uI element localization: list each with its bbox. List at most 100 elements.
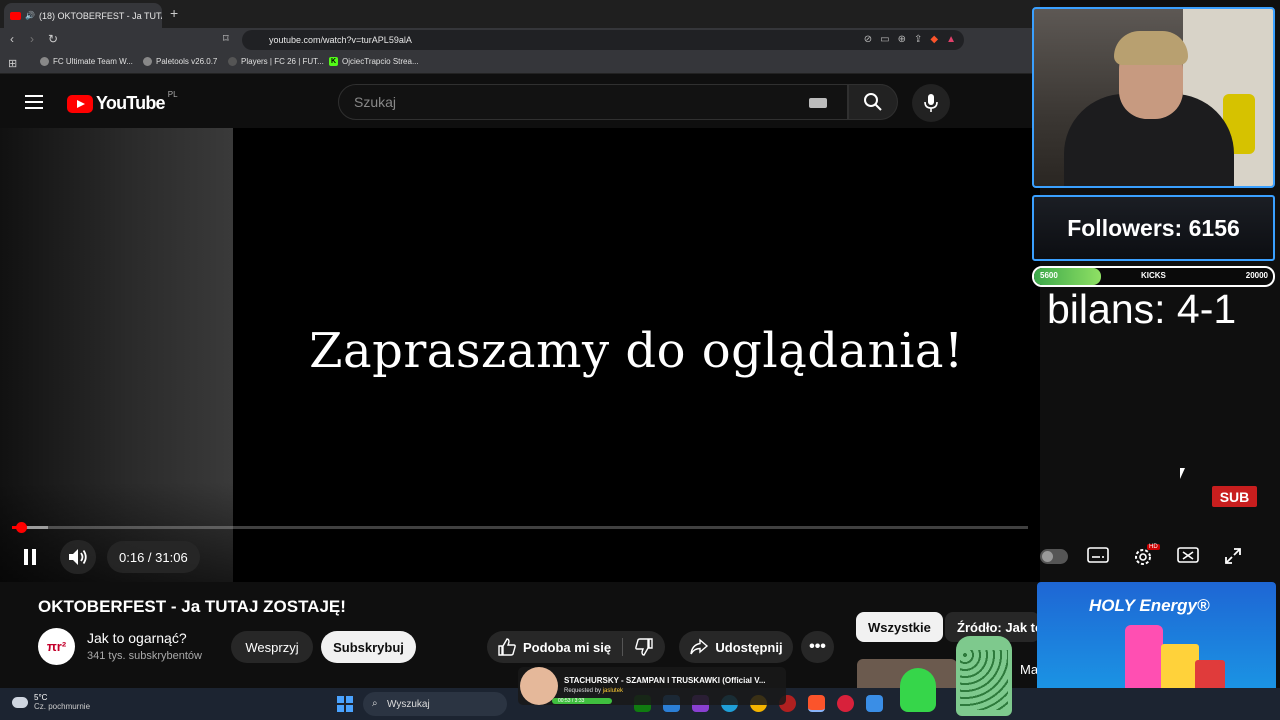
voice-search-button[interactable] [912, 84, 950, 122]
globe-icon [40, 57, 49, 66]
browser-tab-strip: 🔊 (18) OKTOBERFEST - Ja TUTAJ × + [0, 0, 1040, 28]
channel-name[interactable]: Jak to ogarnąć? [87, 630, 187, 646]
time-display: 0:16 / 31:06 [107, 541, 200, 573]
vivaldi-icon[interactable] [837, 695, 854, 712]
url-field[interactable]: youtube.com/watch?v=turAPL59alA ⊘ ▭ ⊕ ⇪ … [242, 30, 964, 50]
bookmark-item[interactable]: K OjciecTrapcio Strea... [329, 57, 419, 66]
thumbs-down-icon [635, 638, 653, 656]
menu-icon[interactable] [25, 95, 43, 113]
zoom-icon[interactable]: ⊕ [898, 34, 906, 45]
bookmark-item[interactable]: FC Ultimate Team W... [40, 57, 133, 66]
site-icon [228, 57, 237, 66]
fullscreen-icon [1225, 548, 1241, 564]
region-code: PL [167, 90, 178, 99]
taskbar-search-label: Wyszukaj [387, 698, 430, 710]
dislike-button[interactable] [634, 637, 654, 662]
match-record: bilans: 4-1 [1047, 286, 1237, 332]
mouse-cursor-icon [1180, 468, 1185, 479]
browser-tab-active[interactable]: 🔊 (18) OKTOBERFEST - Ja TUTAJ × [4, 3, 162, 28]
subscriber-count: 341 tys. subskrybentów [87, 650, 202, 662]
video-frame-text: Zapraszamy do oglądania! [309, 323, 964, 379]
kicks-current: 5600 [1040, 271, 1058, 280]
autoplay-toggle[interactable] [1040, 549, 1068, 564]
address-bar-row: ‹ › ↻ ⌑ youtube.com/watch?v=turAPL59alA … [0, 28, 1040, 52]
bookmark-icon[interactable]: ⌑ [223, 32, 229, 45]
weather-text: Cz. pochmurnie [34, 702, 91, 711]
windows-start-icon[interactable] [337, 696, 353, 712]
video-title: OKTOBERFEST - Ja TUTAJ ZOSTAJĘ! [38, 597, 346, 616]
kicks-goal: 20000 [1245, 271, 1268, 280]
weather-widget[interactable]: 5°C Cz. pochmurnie [12, 693, 90, 711]
kicks-goal-bar: 5600 KICKS 20000 [1032, 266, 1275, 287]
emote-image [900, 668, 936, 712]
support-button[interactable]: Wesprzyj [231, 631, 313, 663]
brave-icon[interactable] [808, 695, 825, 712]
search-placeholder: Szukaj [354, 94, 397, 110]
youtube-header: YouTube PL Szukaj [0, 76, 1040, 128]
logo-wordmark: YouTube [96, 93, 166, 113]
microphone-icon [924, 94, 938, 112]
subtitles-icon [1087, 547, 1109, 563]
share-icon [690, 638, 709, 655]
back-icon[interactable]: ‹ [10, 32, 14, 46]
bookmark-item[interactable]: Paletools v26.0.7 [143, 57, 217, 66]
miniplayer-button[interactable] [1177, 546, 1199, 564]
bookmarks-bar: ⊞ FC Ultimate Team W... Paletools v26.0.… [0, 52, 1040, 74]
settings-button[interactable]: HD [1132, 544, 1160, 568]
subtitles-button[interactable] [1087, 546, 1109, 564]
search-icon [864, 93, 882, 111]
song-requester: Requested by jaslutek [564, 688, 623, 694]
youtube-logo[interactable]: YouTube PL [67, 90, 178, 114]
like-button[interactable]: Podoba mi się [497, 637, 611, 657]
taskbar-search-input[interactable]: ⌕ Wyszukaj [363, 692, 507, 716]
youtube-favicon-icon [10, 11, 21, 20]
share-button[interactable]: Udostępnij [679, 631, 793, 663]
screen: 🔊 (18) OKTOBERFEST - Ja TUTAJ × + ‹ › ↻ … [0, 0, 1280, 720]
song-request-popup: STACHURSKY - SZAMPAN I TRUSKAWKI (Offici… [518, 667, 786, 705]
video-player[interactable]: Zapraszamy do oglądania! 0:16 / 31:06 [0, 128, 1040, 582]
speaker-icon[interactable]: 🔊 [25, 11, 35, 20]
like-divider [622, 638, 623, 656]
shield-icon[interactable]: ◆ [930, 34, 938, 45]
app-icon[interactable] [866, 695, 883, 712]
share-page-icon[interactable]: ⇪ [914, 34, 922, 45]
fullscreen-button[interactable] [1223, 546, 1243, 566]
bookmark-item[interactable]: Players | FC 26 | FUT... [228, 57, 324, 66]
url-action-icons: ⊘ ▭ ⊕ ⇪ ◆ ▲ [864, 34, 956, 45]
subscribe-button[interactable]: Subskrybuj [321, 631, 416, 663]
volume-icon [69, 549, 87, 565]
mute-site-icon[interactable]: ⊘ [864, 34, 872, 45]
kick-icon: K [329, 57, 338, 66]
globe-icon [143, 57, 152, 66]
like-dislike-group: Podoba mi się [487, 631, 665, 663]
temperature: 5°C [34, 693, 48, 702]
url-text: youtube.com/watch?v=turAPL59alA [269, 35, 412, 45]
reload-icon[interactable]: ↻ [48, 32, 58, 46]
new-tab-button[interactable]: + [170, 5, 178, 21]
followers-counter: Followers: 6156 [1032, 195, 1275, 261]
search-input[interactable]: Szukaj [338, 84, 848, 120]
more-actions-button[interactable]: ••• [801, 631, 834, 663]
webcam-hair [1114, 31, 1188, 65]
progress-bar[interactable] [12, 522, 1028, 533]
pause-icon [24, 549, 36, 565]
search-button[interactable] [848, 84, 898, 120]
volume-button[interactable] [60, 540, 96, 574]
pause-button[interactable] [18, 542, 42, 572]
channel-avatar[interactable]: πr² [38, 628, 75, 665]
cast-icon[interactable]: ▭ [880, 34, 889, 45]
apps-grid-icon[interactable]: ⊞ [8, 57, 17, 70]
requested-prefix: Requested by [564, 688, 602, 694]
scrubber-handle[interactable] [15, 522, 27, 533]
search-icon: ⌕ [372, 698, 378, 709]
song-title: STACHURSKY - SZAMPAN I TRUSKAWKI (Offici… [564, 676, 766, 685]
recommended-title[interactable]: Ma [1020, 662, 1038, 677]
product-box-image [1161, 644, 1199, 694]
keyboard-icon[interactable] [809, 98, 827, 108]
forward-icon[interactable]: › [30, 32, 34, 46]
song-progress: 00:53 / 3:33 [552, 698, 612, 704]
chip-all[interactable]: Wszystkie [856, 612, 943, 642]
sponsor-name: HOLY Energy® [1089, 596, 1210, 615]
tab-title: (18) OKTOBERFEST - Ja TUTAJ [38, 10, 162, 21]
rewards-icon[interactable]: ▲ [946, 34, 956, 45]
